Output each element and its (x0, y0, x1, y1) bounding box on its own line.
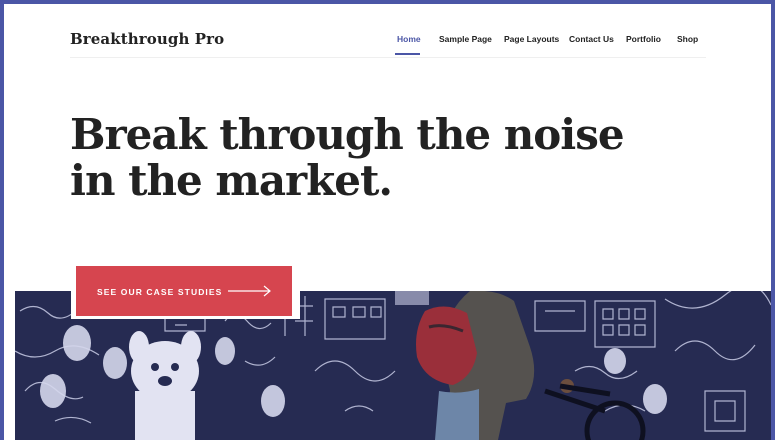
nav-item-sample-page[interactable]: Sample Page (439, 34, 492, 44)
cta-label: SEE OUR CASE STUDIES (97, 287, 223, 297)
nav-item-home[interactable]: Home (397, 34, 421, 44)
see-our-case-studies-button[interactable]: SEE OUR CASE STUDIES (76, 266, 292, 316)
site-header: Breakthrough Pro Home Sample Page Page L… (4, 4, 771, 60)
nav-item-portfolio[interactable]: Portfolio (626, 34, 661, 44)
hero-title-line-2: in the market. (70, 156, 393, 205)
nav-item-shop[interactable]: Shop (677, 34, 698, 44)
nav-active-indicator (395, 53, 420, 55)
site-title[interactable]: Breakthrough Pro (70, 30, 224, 48)
page-frame: Breakthrough Pro Home Sample Page Page L… (4, 4, 771, 440)
hero-title: Break through the noise in the market. (70, 112, 630, 204)
nav-item-page-layouts[interactable]: Page Layouts (504, 34, 559, 44)
hero-title-line-1: Break through the noise (70, 110, 625, 159)
cta-container: SEE OUR CASE STUDIES (71, 261, 300, 319)
nav-item-contact-us[interactable]: Contact Us (569, 34, 614, 44)
arrow-right-icon (227, 284, 273, 302)
header-divider (70, 57, 706, 58)
